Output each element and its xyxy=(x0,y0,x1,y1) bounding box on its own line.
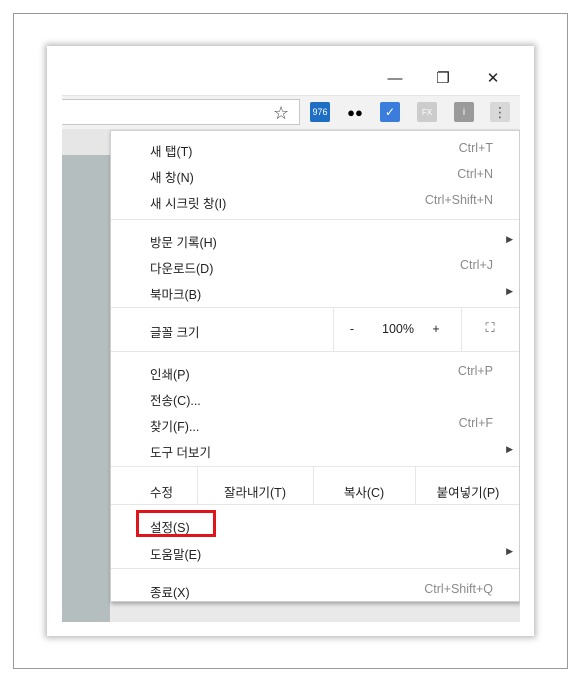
toolbar: ☆ 976 ●● ✓ FX i ⋮ xyxy=(62,96,520,129)
menu-item-label: 다운로드(D) xyxy=(150,262,214,276)
minimize-icon: — xyxy=(387,69,403,87)
menu-item-shortcut: Ctrl+Shift+N xyxy=(424,193,493,207)
title-bar: — ❐ ✕ xyxy=(62,61,520,96)
menu-item-label: 도구 더보기 xyxy=(150,446,211,460)
menu-divider xyxy=(111,351,519,352)
maximize-button[interactable]: ❐ xyxy=(420,61,466,95)
submenu-arrow-icon: ▶ xyxy=(506,444,513,454)
menu-divider xyxy=(111,504,519,505)
menu-item-shortcut: Ctrl+T xyxy=(458,141,493,155)
menu-item-label: 인쇄(P) xyxy=(150,368,190,382)
menu-divider xyxy=(111,466,519,467)
menu-item-label: 종료(X) xyxy=(150,586,190,600)
settings-highlight-box xyxy=(136,510,216,537)
submenu-arrow-icon: ▶ xyxy=(506,234,513,244)
copy-button[interactable]: 복사(C) xyxy=(313,482,415,501)
browser-window: — ❐ ✕ ☆ 976 ●● ✓ FX i ⋮ 새 탭(T) Ctrl+T 새 … xyxy=(62,61,520,622)
more-vert-icon[interactable]: ⋮ xyxy=(490,102,510,122)
zoom-divider xyxy=(333,307,334,351)
minimize-button[interactable]: — xyxy=(372,61,418,95)
menu-item-shortcut: Ctrl+N xyxy=(457,167,493,181)
zoom-label: 글꼴 크기 xyxy=(150,326,200,340)
menu-divider xyxy=(111,568,519,569)
fx-extension-icon[interactable]: FX xyxy=(417,102,437,122)
menu-divider xyxy=(111,219,519,220)
menu-item-label: 방문 기록(H) xyxy=(150,236,217,250)
cut-button[interactable]: 잘라내기(T) xyxy=(197,482,313,501)
zoom-out-button[interactable]: - xyxy=(345,322,359,336)
screenshot-card: — ❐ ✕ ☆ 976 ●● ✓ FX i ⋮ 새 탭(T) Ctrl+T 새 … xyxy=(47,46,534,636)
menu-item-shortcut: Ctrl+F xyxy=(458,416,493,430)
info-extension-icon[interactable]: i xyxy=(454,102,474,122)
page-background xyxy=(62,155,110,622)
menu-item-label: 새 창(N) xyxy=(150,171,194,185)
zoom-in-button[interactable]: + xyxy=(429,322,443,336)
star-icon[interactable]: ☆ xyxy=(273,103,289,124)
menu-item-label: 새 시크릿 창(I) xyxy=(150,197,227,211)
menu-divider xyxy=(111,307,519,308)
menu-item-shortcut: Ctrl+P xyxy=(457,364,493,378)
close-button[interactable]: ✕ xyxy=(470,61,516,95)
menu-item-label: 새 탭(T) xyxy=(150,145,193,159)
maximize-icon: ❐ xyxy=(436,70,450,87)
menu-item-shortcut: Ctrl+J xyxy=(460,258,493,272)
menu-item-label: 찾기(F)... xyxy=(150,420,200,434)
zoom-divider xyxy=(461,307,462,351)
submenu-arrow-icon: ▶ xyxy=(506,286,513,296)
chrome-menu: 새 탭(T) Ctrl+T 새 창(N) Ctrl+N 새 시크릿 창(I) C… xyxy=(110,130,520,602)
address-bar[interactable]: ☆ xyxy=(62,99,300,125)
speed-dial-extension-icon[interactable]: 976 xyxy=(310,102,330,122)
menu-item-label: 도움말(E) xyxy=(150,548,202,562)
zoom-value: 100% xyxy=(382,322,414,336)
menu-item-shortcut: Ctrl+Shift+Q xyxy=(424,582,493,596)
menu-item-label: 북마크(B) xyxy=(150,288,202,302)
submenu-arrow-icon: ▶ xyxy=(506,546,513,556)
page-header xyxy=(62,129,110,155)
paste-button[interactable]: 붙여넣기(P) xyxy=(415,482,520,501)
edit-label: 수정 xyxy=(150,486,174,500)
incognito-extension-icon[interactable]: ●● xyxy=(345,102,365,122)
extension-badge: 976 xyxy=(312,107,328,117)
menu-item-label: 전송(C)... xyxy=(150,394,201,408)
check-extension-icon[interactable]: ✓ xyxy=(380,102,400,122)
close-icon: ✕ xyxy=(486,70,500,87)
fullscreen-icon[interactable]: ⛶ xyxy=(479,320,503,336)
